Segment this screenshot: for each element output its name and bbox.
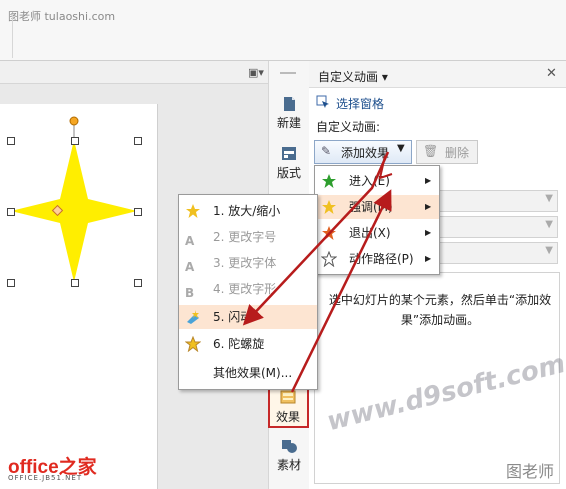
annotation-arrows xyxy=(242,151,393,393)
tulaoshi-logo: 图老师 xyxy=(506,462,555,481)
arrow-to-emphasis xyxy=(290,189,392,393)
office-logo-sub: OFFICE.JB51.NET xyxy=(8,474,83,482)
arrow-to-flicker xyxy=(242,151,390,326)
